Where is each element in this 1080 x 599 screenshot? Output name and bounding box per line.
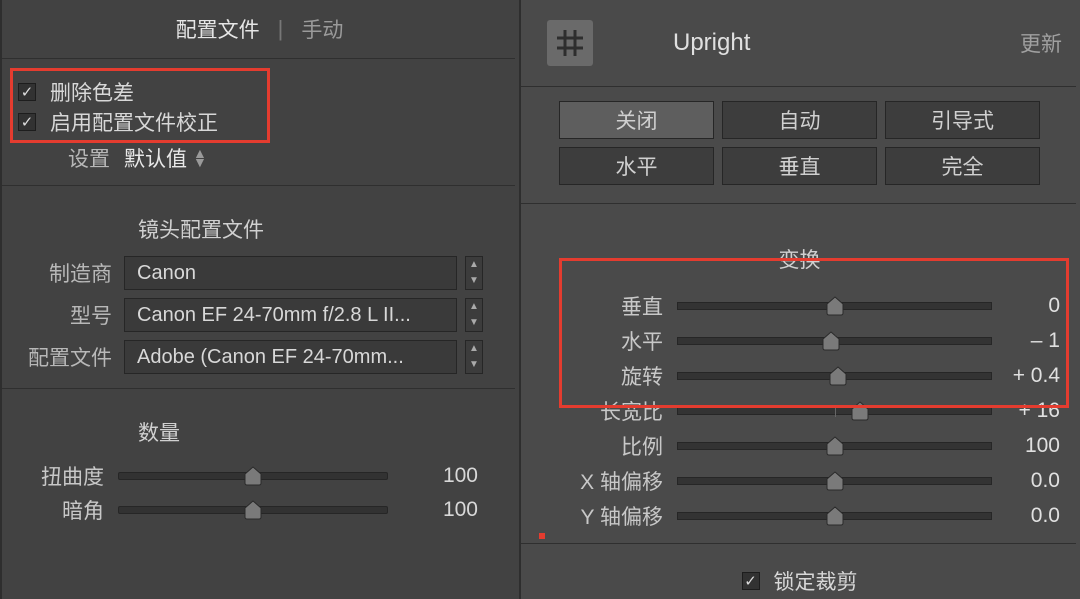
updown-icon: ▲▼ [193,149,207,167]
divider [0,185,515,186]
spinner-up-down-icon[interactable]: ▲▼ [465,298,483,332]
center-tick [835,405,836,417]
slider-label: 比例 [547,431,677,461]
segmented-row-1: 关闭 自动 引导式 [559,101,1040,139]
slider-value[interactable]: 0.0 [1006,469,1080,493]
seg-level[interactable]: 水平 [559,147,714,185]
slider-row: X 轴偏移 0.0 [547,463,1080,498]
slider-track[interactable] [677,442,992,450]
seg-vertical[interactable]: 垂直 [722,147,877,185]
transform-panel: Upright 更新 关闭 自动 引导式 水平 垂直 完全 变换 垂直 0 水平 – … [519,0,1080,599]
slider-thumb[interactable] [850,401,870,421]
slider-thumb[interactable] [828,366,848,386]
slider-label: Y 轴偏移 [547,501,677,531]
checkbox-row-enable-profile: ✓ 启用配置文件校正 [0,107,519,137]
slider-row: 扭曲度 100 [0,459,519,493]
amount-title: 数量 [138,417,519,447]
slider-row: 比例 100 [547,428,1080,463]
slider-track[interactable] [677,477,992,485]
slider-track[interactable] [677,302,992,310]
upright-title: Upright [673,29,1020,57]
upright-icon[interactable] [547,20,593,66]
settings-value: 默认值 [124,143,187,173]
slider-row: 暗角 100 [0,493,519,527]
slider-value[interactable]: + 16 [1006,399,1080,423]
spinner-up-down-icon[interactable]: ▲▼ [465,256,483,290]
lock-crop-label: 锁定裁剪 [774,566,858,596]
update-button[interactable]: 更新 [1020,28,1062,58]
slider-track[interactable] [118,506,388,514]
profile-label: 配置文件 [0,342,124,372]
slider-label: 垂直 [547,291,677,321]
divider [519,0,521,599]
highlight-box [539,533,545,539]
slider-track[interactable] [677,372,992,380]
tab-profile[interactable]: 配置文件 [158,14,278,44]
profile-select[interactable]: Adobe (Canon EF 24-70mm... [124,340,457,374]
slider-label: 水平 [547,326,677,356]
slider-thumb[interactable] [825,296,845,316]
slider-track[interactable] [118,472,388,480]
manufacturer-select[interactable]: Canon [124,256,457,290]
tabs: 配置文件 | 手动 [0,0,519,58]
transform-title: 变换 [519,244,1080,274]
divider [519,203,1076,204]
slider-value[interactable]: 0 [1006,294,1080,318]
slider-thumb[interactable] [821,331,841,351]
settings-label: 设置 [0,143,124,173]
slider-value[interactable]: 100 [388,498,478,522]
slider-label: 扭曲度 [0,461,118,491]
slider-row: 旋转 + 0.4 [547,358,1080,393]
slider-value[interactable]: – 1 [1006,329,1080,353]
checkbox-lock-crop[interactable]: ✓ [742,572,760,590]
slider-track[interactable] [677,512,992,520]
slider-thumb[interactable] [825,436,845,456]
checkbox-label: 启用配置文件校正 [50,107,218,137]
slider-thumb[interactable] [825,471,845,491]
slider-row: 垂直 0 [547,288,1080,323]
slider-value[interactable]: + 0.4 [1006,364,1080,388]
lens-corrections-panel: 配置文件 | 手动 ✓ 删除色差 ✓ 启用配置文件校正 设置 默认值 ▲▼ 镜头… [0,0,519,599]
slider-label: 旋转 [547,361,677,391]
settings-dropdown[interactable]: 默认值 ▲▼ [124,143,207,173]
slider-thumb[interactable] [825,506,845,526]
slider-label: X 轴偏移 [547,466,677,496]
seg-guided[interactable]: 引导式 [885,101,1040,139]
slider-value[interactable]: 100 [1006,434,1080,458]
seg-off[interactable]: 关闭 [559,101,714,139]
slider-value[interactable]: 0.0 [1006,504,1080,528]
spinner-up-down-icon[interactable]: ▲▼ [465,340,483,374]
slider-thumb[interactable] [243,466,263,486]
divider [519,543,1076,544]
model-label: 型号 [0,300,124,330]
seg-full[interactable]: 完全 [885,147,1040,185]
slider-label: 长宽比 [547,396,677,426]
checkbox-enable-profile[interactable]: ✓ [18,113,36,131]
slider-track[interactable] [677,337,992,345]
slider-row: Y 轴偏移 0.0 [547,498,1080,533]
tab-manual[interactable]: 手动 [283,14,361,44]
segmented-row-2: 水平 垂直 完全 [559,147,1040,185]
divider [0,388,515,389]
slider-thumb[interactable] [243,500,263,520]
slider-row: 长宽比 + 16 [547,393,1080,428]
slider-track[interactable] [677,407,992,415]
slider-label: 暗角 [0,495,118,525]
slider-row: 水平 – 1 [547,323,1080,358]
checkbox-label: 删除色差 [50,77,134,107]
checkbox-row-remove-chromatic: ✓ 删除色差 [0,77,519,107]
model-select[interactable]: Canon EF 24-70mm f/2.8 L II... [124,298,457,332]
seg-auto[interactable]: 自动 [722,101,877,139]
divider [0,0,2,599]
lens-profile-title: 镜头配置文件 [138,214,519,244]
checkbox-remove-chromatic[interactable]: ✓ [18,83,36,101]
manufacturer-label: 制造商 [0,258,124,288]
slider-value[interactable]: 100 [388,464,478,488]
